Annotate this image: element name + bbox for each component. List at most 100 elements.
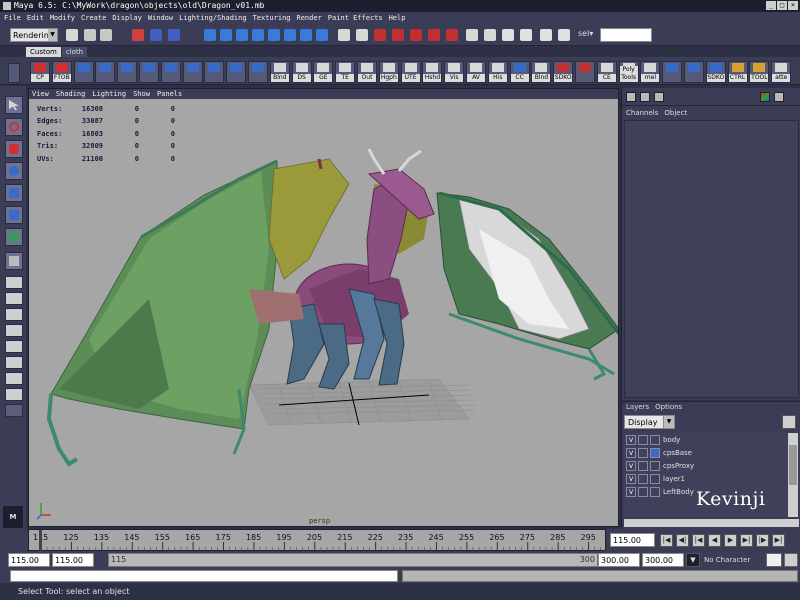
shelf-button-tool[interactable]: TOOL — [749, 61, 770, 83]
pick-joints-icon[interactable] — [220, 29, 232, 41]
layer-template-toggle[interactable] — [638, 460, 648, 471]
shelf-button-cc[interactable]: CC — [509, 61, 530, 83]
shelf-button[interactable] — [662, 61, 683, 83]
select-component-icon[interactable] — [168, 29, 180, 41]
pick-curves-icon[interactable] — [236, 29, 248, 41]
layout-dope-sheet-button[interactable] — [5, 372, 23, 385]
shelf-button-vis[interactable]: Vis — [444, 61, 465, 83]
layout-persp-outliner-button[interactable] — [5, 308, 23, 321]
render-globals-icon[interactable] — [540, 29, 552, 41]
selection-mode-label[interactable]: sel▾ — [578, 29, 593, 38]
menu-lighting-shading[interactable]: Lighting/Shading — [179, 12, 246, 24]
layout-four-view-button[interactable] — [5, 292, 23, 305]
shelf-button-sdko[interactable]: SDKO — [553, 61, 574, 83]
layer-template-toggle[interactable] — [638, 447, 648, 458]
pick-dynamics-icon[interactable] — [284, 29, 296, 41]
command-input[interactable] — [10, 570, 398, 582]
maximize-button[interactable]: □ — [777, 1, 787, 10]
layer-color-swatch[interactable] — [650, 447, 660, 458]
go-to-end-button[interactable]: ▶| — [772, 534, 785, 547]
new-scene-icon[interactable] — [66, 29, 78, 41]
viewport-menu-view[interactable]: View — [32, 89, 49, 99]
select-hierarchy-icon[interactable] — [132, 29, 144, 41]
last-tool-button[interactable] — [5, 252, 23, 270]
pick-deformers-icon[interactable] — [268, 29, 280, 41]
menu-modify[interactable]: Modify — [50, 12, 75, 24]
layer-color-swatch[interactable] — [650, 434, 660, 445]
shelf-button-ftob[interactable]: FTOB — [51, 61, 72, 83]
shelf-button-hgph[interactable]: Hgph — [378, 61, 399, 83]
shelf-button-blnd[interactable]: Blnd — [531, 61, 552, 83]
shelf-menu-button[interactable] — [8, 63, 20, 83]
layer-color-swatch[interactable] — [650, 486, 660, 497]
viewport-menu-panels[interactable]: Panels — [157, 89, 182, 99]
channel-box-menu-channels[interactable]: Channels — [626, 108, 658, 119]
minimize-button[interactable]: _ — [766, 1, 776, 10]
shelf-button[interactable] — [139, 61, 159, 83]
shelf-tab-cloth[interactable]: cloth — [61, 47, 88, 57]
scrollbar-thumb[interactable] — [789, 445, 797, 485]
viewport-menu-lighting[interactable]: Lighting — [92, 89, 126, 99]
snap-curve-icon[interactable] — [392, 29, 404, 41]
playback-start-field[interactable]: 115.00 — [52, 553, 94, 567]
playback-end-field[interactable]: 300.00 — [598, 553, 640, 567]
shelf-button-te[interactable]: TE — [335, 61, 356, 83]
layer-visibility-toggle[interactable]: V — [626, 486, 636, 497]
auto-key-icon[interactable] — [766, 553, 782, 567]
shelf-button-ge[interactable]: GE — [313, 61, 334, 83]
move-tool-button[interactable] — [5, 162, 23, 180]
shelf-button-mel[interactable]: mel — [640, 61, 661, 83]
input-output-icon[interactable] — [466, 29, 478, 41]
channel-box-layer-icon[interactable] — [760, 92, 770, 102]
shelf-button-ctrl[interactable]: CTRL — [727, 61, 748, 83]
layout-hypershade-button[interactable] — [5, 340, 23, 353]
layer-template-toggle[interactable] — [638, 486, 648, 497]
channel-box-menu-object[interactable]: Object — [664, 108, 687, 119]
layer-menu-options[interactable]: Options — [655, 402, 682, 412]
snap-point-icon[interactable] — [410, 29, 422, 41]
make-live-icon[interactable] — [446, 29, 458, 41]
channel-box-area[interactable] — [624, 120, 799, 398]
shelf-button[interactable] — [73, 61, 94, 83]
layout-trax-button[interactable] — [5, 388, 23, 401]
shelf-button-ute[interactable]: UTE — [400, 61, 421, 83]
show-tool-settings-icon[interactable] — [654, 92, 664, 102]
snap-grid-icon[interactable] — [374, 29, 386, 41]
layer-visibility-toggle[interactable]: V — [626, 473, 636, 484]
layer-template-toggle[interactable] — [638, 434, 648, 445]
shelf-button-atte[interactable]: atte — [771, 61, 792, 83]
shelf-button-hshd[interactable]: Hshd — [422, 61, 443, 83]
ipr-render-icon[interactable] — [520, 29, 532, 41]
shelf-button-av[interactable]: AV — [466, 61, 486, 83]
layer-menu-layers[interactable]: Layers — [626, 402, 649, 412]
lasso-tool-button[interactable] — [5, 118, 23, 136]
layer-visibility-toggle[interactable]: V — [626, 460, 636, 471]
shelf-button-ce[interactable]: CE — [596, 61, 617, 83]
shelf-button-out[interactable]: Out — [357, 61, 377, 83]
time-slider-track[interactable]: 1151251351451551651751851952052152252352… — [28, 529, 614, 552]
history-icon[interactable] — [484, 29, 496, 41]
layer-type-dropdown[interactable]: Display ▼ — [624, 415, 675, 429]
channel-box-options-icon[interactable] — [774, 92, 784, 102]
character-set-dropdown[interactable]: ▼ — [686, 553, 700, 567]
menu-texturing[interactable]: Texturing — [253, 12, 291, 24]
select-tool-button[interactable] — [5, 96, 23, 114]
quick-selection-field[interactable] — [600, 28, 652, 42]
current-time-field[interactable]: 115.00 — [610, 533, 655, 547]
step-back-key-button[interactable]: ◀| — [676, 534, 689, 547]
layer-row[interactable]: V cpsBase — [624, 446, 788, 459]
pick-surfaces-icon[interactable] — [252, 29, 264, 41]
layout-render-view-button[interactable] — [5, 356, 23, 369]
menu-window[interactable]: Window — [148, 12, 173, 24]
pick-handles-icon[interactable] — [204, 29, 216, 41]
close-button[interactable]: × — [788, 1, 798, 10]
range-slider-bar[interactable]: 115 300 — [108, 553, 598, 567]
shelf-button-poly-tools[interactable]: Poly Tools — [618, 61, 639, 83]
shelf-button[interactable] — [226, 61, 247, 83]
shelf-button[interactable] — [95, 61, 116, 83]
layer-row[interactable]: V body — [624, 433, 788, 446]
show-channel-box-icon[interactable] — [626, 92, 636, 102]
animation-preferences-icon[interactable] — [784, 553, 798, 567]
shelf-tab-custom[interactable]: Custom — [26, 47, 61, 57]
layer-visibility-toggle[interactable]: V — [626, 447, 636, 458]
